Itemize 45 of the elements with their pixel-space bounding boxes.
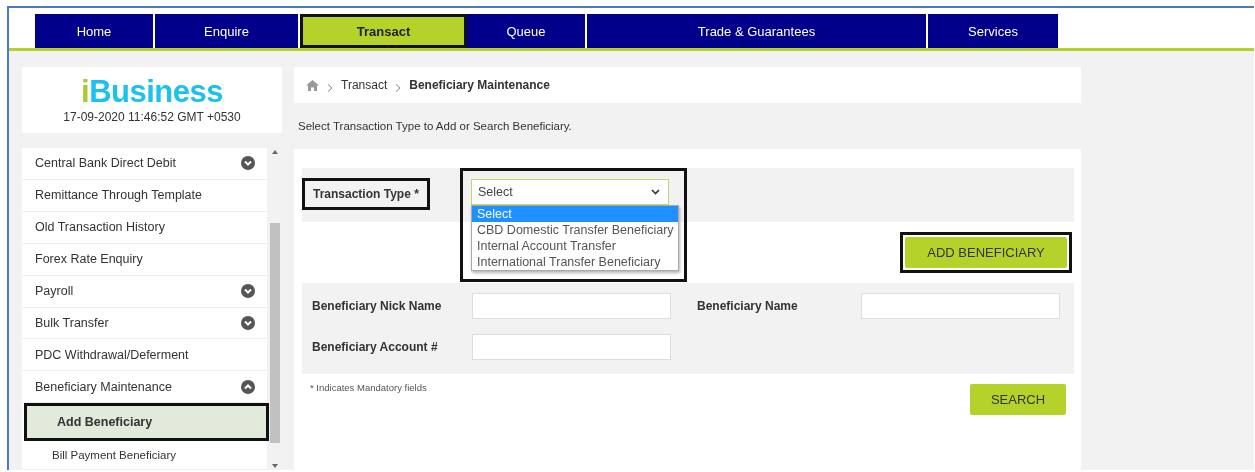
transaction-type-dropdown[interactable]: Select <box>471 179 669 205</box>
expand-icon[interactable] <box>241 284 255 299</box>
sidebar-subitem[interactable]: Add Beneficiary <box>24 403 269 442</box>
dropdown-option[interactable]: CBD Domestic Transfer Beneficiary <box>472 222 678 238</box>
nav-tab[interactable]: Transact <box>300 14 467 48</box>
chevron-right-icon <box>395 81 402 89</box>
scrollbar-thumb[interactable] <box>270 223 280 443</box>
scroll-down-icon[interactable] <box>271 462 279 470</box>
input-field[interactable] <box>472 334 671 360</box>
scroll-up-icon[interactable] <box>271 148 279 156</box>
field-label: Transaction Type * <box>302 178 430 210</box>
dropdown-option[interactable]: International Transfer Beneficiary <box>472 254 678 270</box>
field-label: Beneficiary Account # <box>312 340 439 354</box>
expand-icon[interactable] <box>241 156 255 171</box>
input-field[interactable] <box>472 293 671 319</box>
sidebar-item[interactable]: Remittance Through Template <box>22 179 267 212</box>
sidebar-subitem[interactable]: Bill Payment Beneficiary <box>22 441 267 470</box>
mandatory-note: * Indicates Mandatory fields <box>310 382 427 393</box>
nav-tab[interactable]: Trade & Guarantees <box>587 14 928 48</box>
sidebar-item[interactable]: Payroll <box>22 275 267 308</box>
nav-tab[interactable]: Queue <box>467 14 587 48</box>
search-button[interactable]: SEARCH <box>970 384 1066 415</box>
sidebar-item[interactable]: Old Transaction History <box>22 211 267 244</box>
collapse-icon[interactable] <box>241 379 255 394</box>
breadcrumb-link[interactable]: Beneficiary Maintenance <box>409 78 550 92</box>
expand-icon[interactable] <box>241 316 255 330</box>
sidebar-item[interactable]: Bulk Transfer <box>22 307 267 340</box>
add-beneficiary-button[interactable]: ADD BENEFICIARY <box>905 237 1067 268</box>
sidebar-item[interactable]: PDC Withdrawal/Deferment <box>22 339 267 372</box>
nav-tab[interactable]: Enquire <box>155 14 300 48</box>
sidebar-item[interactable]: Central Bank Direct Debit <box>22 148 267 180</box>
input-field[interactable] <box>861 293 1060 319</box>
chevron-right-icon <box>327 81 333 89</box>
field-label: Beneficiary Name <box>697 299 799 313</box>
home-icon[interactable] <box>306 79 319 91</box>
nav-tab[interactable]: Services <box>928 14 1060 48</box>
instruction-text: Select Transaction Type to Add or Search Beneficiary. <box>297 119 573 134</box>
breadcrumb-link[interactable]: Transact <box>341 78 388 92</box>
sidebar-item[interactable]: Forex Rate Enquiry <box>22 243 267 276</box>
field-label: Beneficiary Nick Name <box>312 299 443 313</box>
logo: iBusiness <box>81 76 223 108</box>
chevron-down-icon <box>651 189 660 195</box>
timestamp: 17-09-2020 11:46:52 GMT +0530 <box>63 110 241 124</box>
nav-tab[interactable]: Home <box>35 14 155 48</box>
dropdown-option[interactable]: Internal Account Transfer <box>472 238 678 254</box>
